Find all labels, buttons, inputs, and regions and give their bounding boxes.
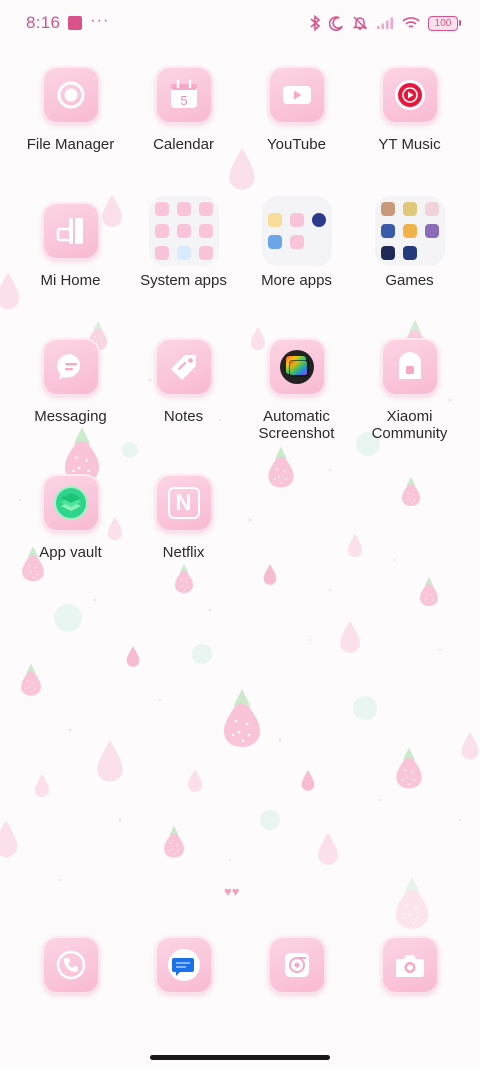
xiaomi-community-icon [380, 338, 439, 396]
wifi-icon [402, 17, 420, 28]
folder-games[interactable]: Games [353, 196, 466, 336]
battery-icon: 100 [428, 15, 461, 31]
messages-icon [154, 936, 213, 994]
app-label: Messaging [34, 408, 107, 425]
camera-icon [380, 936, 439, 994]
app-label: Automatic Screenshot [258, 408, 335, 442]
dock-camera[interactable] [353, 934, 466, 994]
app-youtube[interactable]: YouTube [240, 64, 353, 200]
folder-app-icon [198, 224, 213, 238]
app-netflix[interactable]: N Netflix [127, 472, 240, 608]
app-label: YouTube [267, 136, 326, 153]
folder-app-icon [176, 224, 191, 238]
app-automatic-screenshot[interactable]: Automatic Screenshot [240, 336, 353, 472]
folder-app-icon [380, 202, 395, 216]
automatic-screenshot-icon [267, 338, 326, 396]
folder-app-icon [380, 246, 395, 260]
app-label: File Manager [26, 136, 115, 153]
netflix-glyph: N [167, 487, 200, 519]
folder-app-icon [424, 224, 439, 238]
yt-music-icon [380, 66, 439, 124]
mi-home-icon [41, 202, 100, 260]
app-xiaomi-community[interactable]: Xiaomi Community [353, 336, 466, 472]
moon-icon [329, 15, 343, 31]
app-vault-icon [41, 474, 100, 532]
folder-app-icon [289, 213, 304, 227]
phone-icon [41, 936, 100, 994]
app-label: More apps [261, 272, 332, 289]
folder-icon [374, 196, 445, 266]
chrome-icon [267, 936, 326, 994]
notes-icon [154, 338, 213, 396]
app-yt-music[interactable]: YT Music [353, 64, 466, 200]
svg-text:5: 5 [180, 93, 187, 108]
app-label: Xiaomi Community [371, 408, 448, 442]
folder-icon [261, 196, 332, 266]
calendar-icon: 5 [154, 66, 213, 124]
app-label: Mi Home [40, 272, 101, 289]
app-label: YT Music [378, 136, 441, 153]
folder-app-icon [402, 202, 417, 216]
app-label: Calendar [153, 136, 214, 153]
folder-app-icon [380, 224, 395, 238]
more-dots-icon: ··· [90, 12, 110, 29]
app-label: System apps [140, 272, 227, 289]
folder-app-icon [176, 202, 191, 216]
dock-phone[interactable] [14, 934, 127, 994]
folder-app-icon [311, 213, 326, 227]
dock-messages[interactable] [127, 934, 240, 994]
notification-square-icon [68, 16, 83, 30]
status-bar: 8:16 ··· 100 [0, 0, 480, 46]
app-label: Netflix [162, 544, 205, 561]
app-label: App vault [39, 544, 102, 561]
signal-icon [377, 17, 393, 29]
folder-app-icon [198, 246, 213, 260]
app-app-vault[interactable]: App vault [14, 472, 127, 608]
home-indicator[interactable] [150, 1055, 330, 1060]
app-mi-home[interactable]: Mi Home [14, 200, 127, 336]
folder-icon [148, 196, 219, 266]
dock [14, 934, 466, 994]
app-file-manager[interactable]: File Manager [14, 64, 127, 200]
file-manager-icon [41, 66, 100, 124]
folder-app-icon [267, 213, 282, 227]
dock-chrome[interactable] [240, 934, 353, 994]
folder-more-apps[interactable]: More apps [240, 196, 353, 336]
silent-bell-icon [352, 16, 368, 30]
folder-app-icon [154, 202, 169, 216]
clock: 8:16 [26, 13, 61, 32]
folder-app-icon [402, 246, 417, 260]
app-messaging[interactable]: Messaging [14, 336, 127, 472]
folder-app-icon [289, 235, 304, 249]
app-label: Games [385, 272, 434, 289]
folder-system-apps[interactable]: System apps [127, 196, 240, 336]
netflix-icon: N [154, 474, 213, 532]
app-calendar[interactable]: 5 Calendar [127, 64, 240, 200]
messaging-icon [41, 338, 100, 396]
app-grid: File Manager 5 Calendar YouTube YT Music [14, 64, 466, 608]
app-notes[interactable]: Notes [127, 336, 240, 472]
folder-app-icon [267, 235, 282, 249]
folder-app-icon [176, 246, 191, 260]
folder-app-icon [198, 202, 213, 216]
app-label: Notes [163, 408, 204, 425]
folder-app-icon [424, 202, 439, 216]
hearts-decoration: ♥♥ [224, 884, 240, 899]
folder-app-icon [154, 224, 169, 238]
folder-app-icon [154, 246, 169, 260]
bluetooth-icon [310, 15, 321, 31]
youtube-icon [267, 66, 326, 124]
folder-app-icon [402, 224, 417, 238]
